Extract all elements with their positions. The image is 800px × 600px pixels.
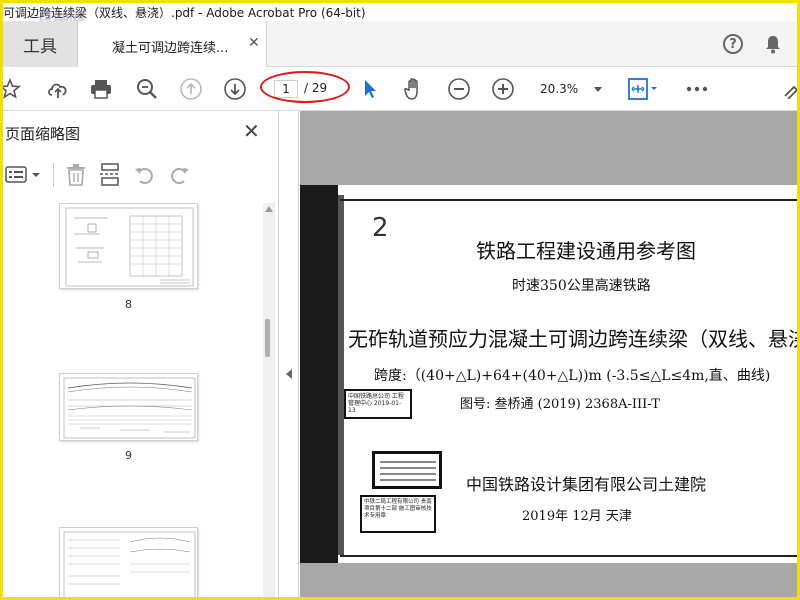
thumbnail-page-8[interactable] [59,203,198,289]
hand-tool-icon[interactable] [401,76,427,102]
rotate-left-icon[interactable] [133,163,157,187]
handwritten-mark: 2 [372,213,389,243]
trash-icon[interactable] [66,163,86,187]
star-icon[interactable] [3,76,23,102]
chevron-down-icon [594,87,602,92]
doc-institute: 中国铁路设计集团有限公司土建院 [466,475,707,494]
zoom-search-icon[interactable] [134,76,160,102]
panel-title: 页面缩略图 [5,125,81,143]
sign-icon[interactable] [779,76,797,102]
select-cursor-icon[interactable] [357,76,383,102]
annotation-red-circle [260,71,350,103]
tab-document-label: 凝土可调边跨连续... [112,41,229,56]
thumbnail-page-10[interactable] [59,527,198,597]
review-stamp: 中铁二局工程有限公司 贵南项目第十二部 施工图审核技术专用章 [360,495,436,533]
print-icon[interactable] [88,76,114,102]
close-panel-icon[interactable]: ✕ [243,119,260,143]
page-border-bottom [340,555,797,557]
thumbnail-scrollbar[interactable] [263,203,275,597]
close-tab-icon[interactable]: ✕ [248,35,260,51]
upload-cloud-icon[interactable] [45,76,71,102]
fit-page-icon[interactable] [625,76,661,102]
toolbar-divider [53,163,54,187]
doc-heading: 铁路工程建设通用参考图 [476,239,696,263]
previous-page-icon[interactable] [178,76,204,102]
rotate-right-icon[interactable] [167,163,191,187]
zoom-select[interactable]: 20.3% [530,79,608,101]
next-page-icon[interactable] [222,76,248,102]
zoom-out-icon[interactable] [446,76,472,102]
scrollbar-thumb[interactable] [265,319,270,357]
thumbnail-page-9[interactable] [59,373,198,441]
doc-span: 跨度:（(40+△L)+64+(40+△L))m (-3.5≤△L≤4m,直、曲… [374,368,771,384]
zoom-in-icon[interactable] [490,76,516,102]
document-viewport[interactable]: 2 铁路工程建设通用参考图 时速350公里高速铁路 无砟轨道预应力混凝土可调边跨… [300,111,797,597]
doc-date: 2019年 12月 天津 [522,509,632,524]
app-window: 可调边跨连续梁（双线、悬浇）.pdf - Adobe Acrobat Pro (… [3,3,797,597]
thumbnail-number: 9 [125,449,132,462]
panel-collapse-handle[interactable] [279,111,299,597]
page-binding-shadow [338,195,344,555]
rectangular-seal-stamp [372,451,442,489]
bell-icon[interactable] [764,34,782,54]
thumbnail-number: 8 [125,298,132,311]
title-bar: 可调边跨连续梁（双线、悬浇）.pdf - Adobe Acrobat Pro (… [3,3,797,21]
panel-toolbar [3,157,279,193]
tab-tools[interactable]: 工具 [3,21,77,67]
tab-bar: 工具 凝土可调边跨连续... ✕ ? [3,21,797,67]
doc-subheading: 时速350公里高速铁路 [512,278,651,294]
pdf-page: 2 铁路工程建设通用参考图 时速350公里高速铁路 无砟轨道预应力混凝土可调边跨… [300,185,797,563]
thumbnail-list: 8 9 [3,203,263,597]
doc-drawing-number: 图号: 叁桥通 (2019) 2368A-III-T [460,397,660,412]
thumbnails-panel: 页面缩略图 ✕ 8 9 [3,111,279,597]
collapse-arrow-icon [286,369,292,379]
help-icon[interactable]: ? [723,34,743,54]
page-border-top [340,199,797,201]
insert-page-icon[interactable] [99,163,121,187]
zoom-value: 20.3% [540,82,579,96]
thumbnail-options-icon[interactable] [5,165,45,185]
page-binding-edge [300,185,338,563]
tab-document[interactable]: 凝土可调边跨连续... ✕ [77,21,267,67]
doc-main-title: 无砟轨道预应力混凝土可调边跨连续梁（双线、悬浇 [348,327,797,351]
page-navigator: 1 / 29 [260,71,350,103]
more-options-icon[interactable] [684,76,710,102]
main-toolbar: 1 / 29 20.3% [3,67,797,111]
approval-stamp: 中国铁路总公司 工程管理中心 2019-01-13 [344,389,412,419]
